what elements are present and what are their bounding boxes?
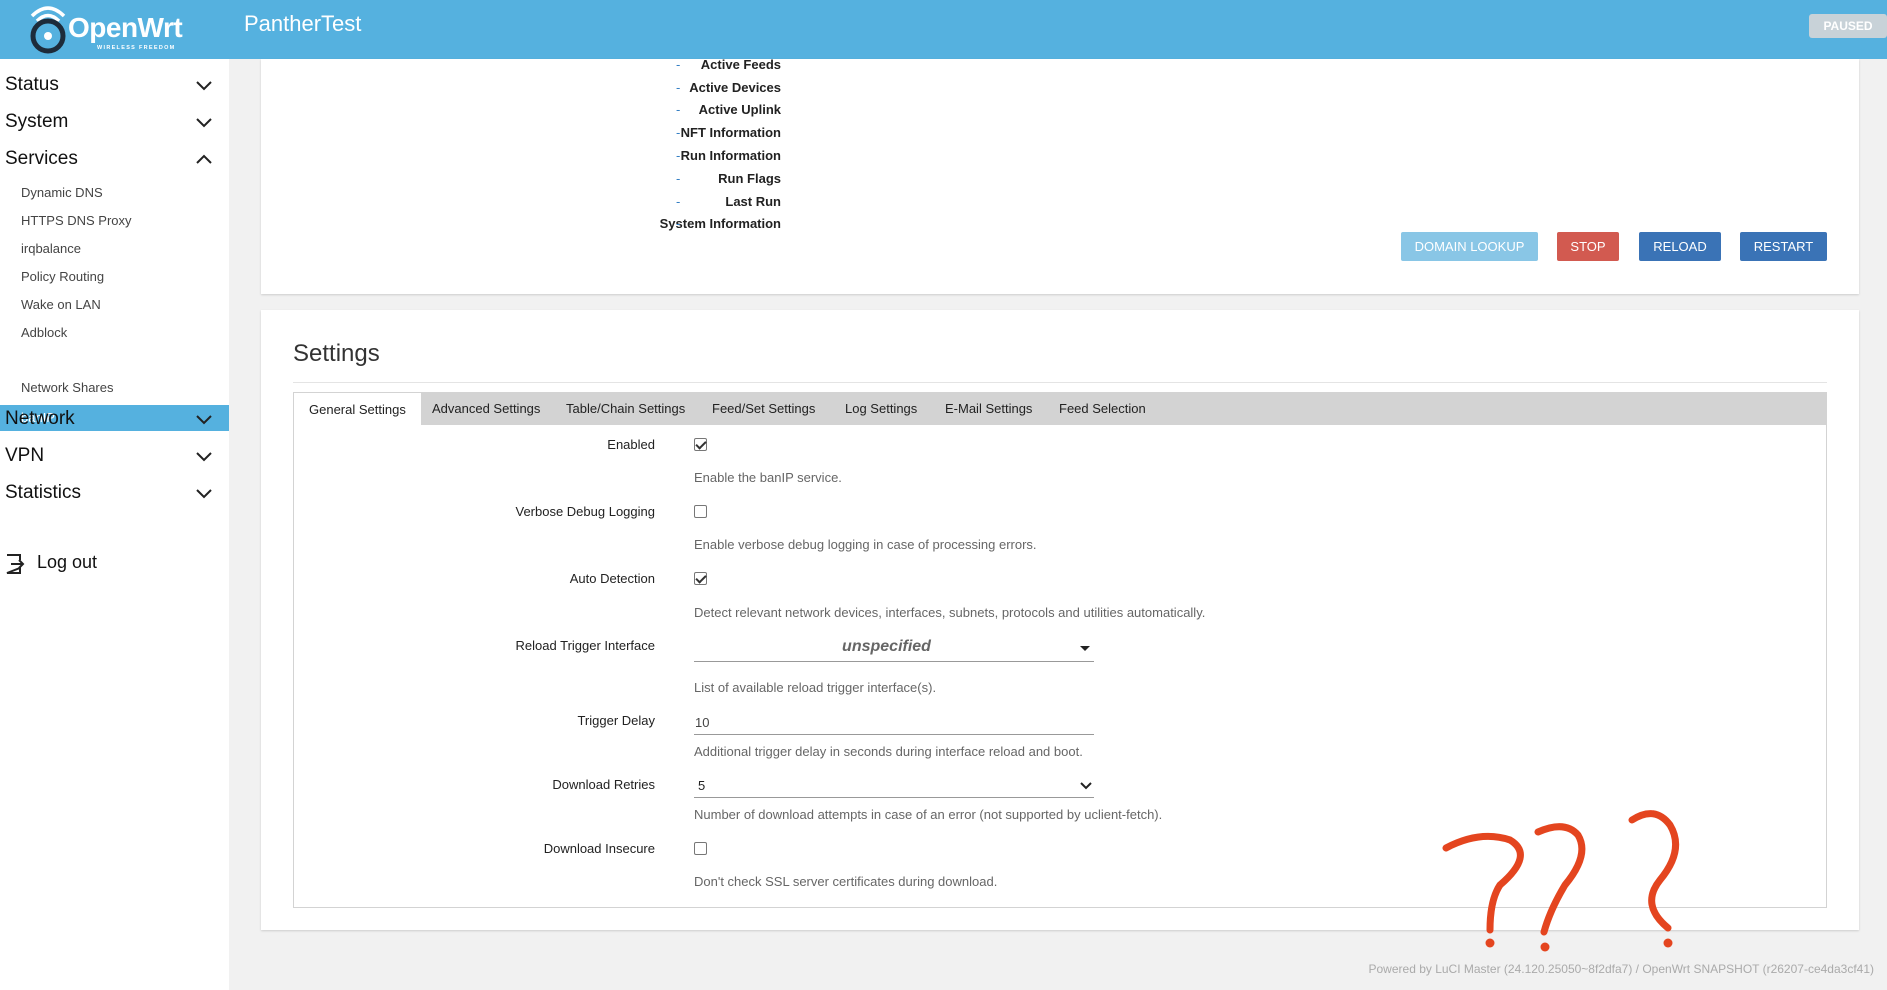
status-label: Run Information: [680, 148, 781, 163]
caret-down-icon: [1080, 646, 1090, 651]
tab-table-chain-settings[interactable]: Table/Chain Settings: [566, 392, 685, 425]
question-marks-annotation: [1442, 810, 1680, 952]
status-value: -: [676, 216, 681, 231]
menu-services[interactable]: Services: [5, 148, 78, 170]
download-insecure-description: Don't check SSL server certificates duri…: [694, 874, 998, 889]
trigger-delay-description: Additional trigger delay in seconds duri…: [694, 744, 1083, 759]
restart-button[interactable]: RESTART: [1740, 232, 1827, 261]
status-value: -: [676, 125, 681, 140]
chevron-up-icon[interactable]: [196, 153, 212, 165]
domain-lookup-button[interactable]: DOMAIN LOOKUP: [1401, 232, 1538, 261]
status-label: Active Uplink: [698, 102, 781, 117]
chevron-down-icon: [1080, 782, 1092, 790]
enabled-description: Enable the banIP service.: [694, 470, 842, 485]
logout-icon[interactable]: [5, 552, 25, 576]
status-value: -: [676, 57, 681, 72]
select-value: 5: [698, 778, 706, 793]
sidebar-item-adblock[interactable]: Adblock: [21, 325, 67, 340]
tab-general-settings[interactable]: General Settings: [293, 392, 422, 425]
enabled-label: Enabled: [607, 437, 655, 452]
status-value: -: [676, 171, 681, 186]
chevron-down-icon[interactable]: [196, 79, 212, 91]
auto-detection-description: Detect relevant network devices, interfa…: [694, 605, 1206, 620]
sidebar-item-network-shares[interactable]: Network Shares: [21, 380, 113, 395]
status-label: NFT Information: [680, 125, 781, 140]
menu-status[interactable]: Status: [5, 74, 59, 96]
chevron-down-icon[interactable]: [196, 487, 212, 499]
stop-button[interactable]: STOP: [1557, 232, 1619, 261]
reload-trigger-label: Reload Trigger Interface: [515, 638, 655, 653]
menu-network[interactable]: Network: [5, 408, 75, 430]
status-label: Active Feeds: [700, 57, 781, 72]
sidebar: Status System Services Dynamic DNS HTTPS…: [0, 59, 229, 990]
status-value: -: [676, 102, 681, 117]
tab-bar: General Settings Advanced Settings Table…: [293, 392, 1827, 425]
openwrt-logo[interactable]: OpenWrt WIRELESS FREEDOM: [26, 2, 206, 56]
sidebar-item-https-dns-proxy[interactable]: HTTPS DNS Proxy: [21, 213, 132, 228]
menu-vpn[interactable]: VPN: [5, 445, 44, 467]
download-retries-description: Number of download attempts in case of a…: [694, 807, 1163, 822]
reload-trigger-dropdown[interactable]: unspecified: [694, 632, 1094, 662]
chevron-down-icon[interactable]: [196, 450, 212, 462]
verbose-logging-description: Enable verbose debug logging in case of …: [694, 537, 1037, 552]
download-insecure-checkbox[interactable]: [694, 842, 707, 855]
input-value: 10: [695, 715, 710, 730]
auto-detection-label: Auto Detection: [569, 571, 655, 586]
tab-feed-set-settings[interactable]: Feed/Set Settings: [712, 392, 815, 425]
sidebar-item-dynamic-dns[interactable]: Dynamic DNS: [21, 185, 103, 200]
tab-advanced-settings[interactable]: Advanced Settings: [432, 392, 540, 425]
tab-feed-selection[interactable]: Feed Selection: [1059, 392, 1146, 425]
reload-button[interactable]: RELOAD: [1639, 232, 1721, 261]
logout-link[interactable]: Log out: [37, 552, 97, 573]
menu-system[interactable]: System: [5, 111, 68, 133]
verbose-logging-checkbox[interactable]: [694, 505, 707, 518]
status-card: Active Feeds - Active Devices - Active U…: [261, 57, 1859, 294]
trigger-delay-label: Trigger Delay: [577, 713, 655, 728]
logo-subtitle: WIRELESS FREEDOM: [97, 45, 176, 51]
footer-text: Powered by LuCI Master (24.120.25050~8f2…: [1368, 962, 1875, 976]
status-value: -: [676, 148, 681, 163]
menu-statistics[interactable]: Statistics: [5, 482, 81, 504]
divider: [293, 382, 1827, 383]
status-value: -: [676, 80, 681, 95]
status-label: Last Run: [725, 194, 781, 209]
trigger-delay-input[interactable]: 10: [694, 709, 1094, 735]
section-title: Settings: [293, 340, 380, 367]
tab-email-settings[interactable]: E-Mail Settings: [945, 392, 1032, 425]
chevron-down-icon[interactable]: [196, 413, 212, 425]
reload-trigger-description: List of available reload trigger interfa…: [694, 680, 937, 695]
verbose-logging-label: Verbose Debug Logging: [515, 504, 655, 519]
auto-detection-checkbox[interactable]: [694, 572, 707, 585]
status-label: Active Devices: [689, 80, 781, 95]
download-retries-label: Download Retries: [552, 777, 655, 792]
hostname: PantherTest: [244, 11, 362, 36]
status-value: -: [676, 194, 681, 209]
tab-log-settings[interactable]: Log Settings: [845, 392, 917, 425]
wifi-logo-icon: [30, 6, 66, 54]
top-header: OpenWrt WIRELESS FREEDOM PantherTest PAU…: [0, 0, 1887, 59]
chevron-down-icon[interactable]: [196, 116, 212, 128]
enabled-checkbox[interactable]: [694, 438, 707, 451]
sidebar-item-irqbalance[interactable]: irqbalance: [21, 241, 81, 256]
sidebar-item-policy-routing[interactable]: Policy Routing: [21, 269, 104, 284]
download-insecure-label: Download Insecure: [543, 841, 655, 856]
logo-text: OpenWrt: [68, 12, 183, 43]
dropdown-value: unspecified: [842, 638, 931, 655]
sidebar-item-wake-on-lan[interactable]: Wake on LAN: [21, 297, 101, 312]
status-label: Run Flags: [718, 171, 781, 186]
status-badge[interactable]: PAUSED: [1809, 14, 1887, 38]
download-retries-select[interactable]: 5: [694, 772, 1094, 798]
